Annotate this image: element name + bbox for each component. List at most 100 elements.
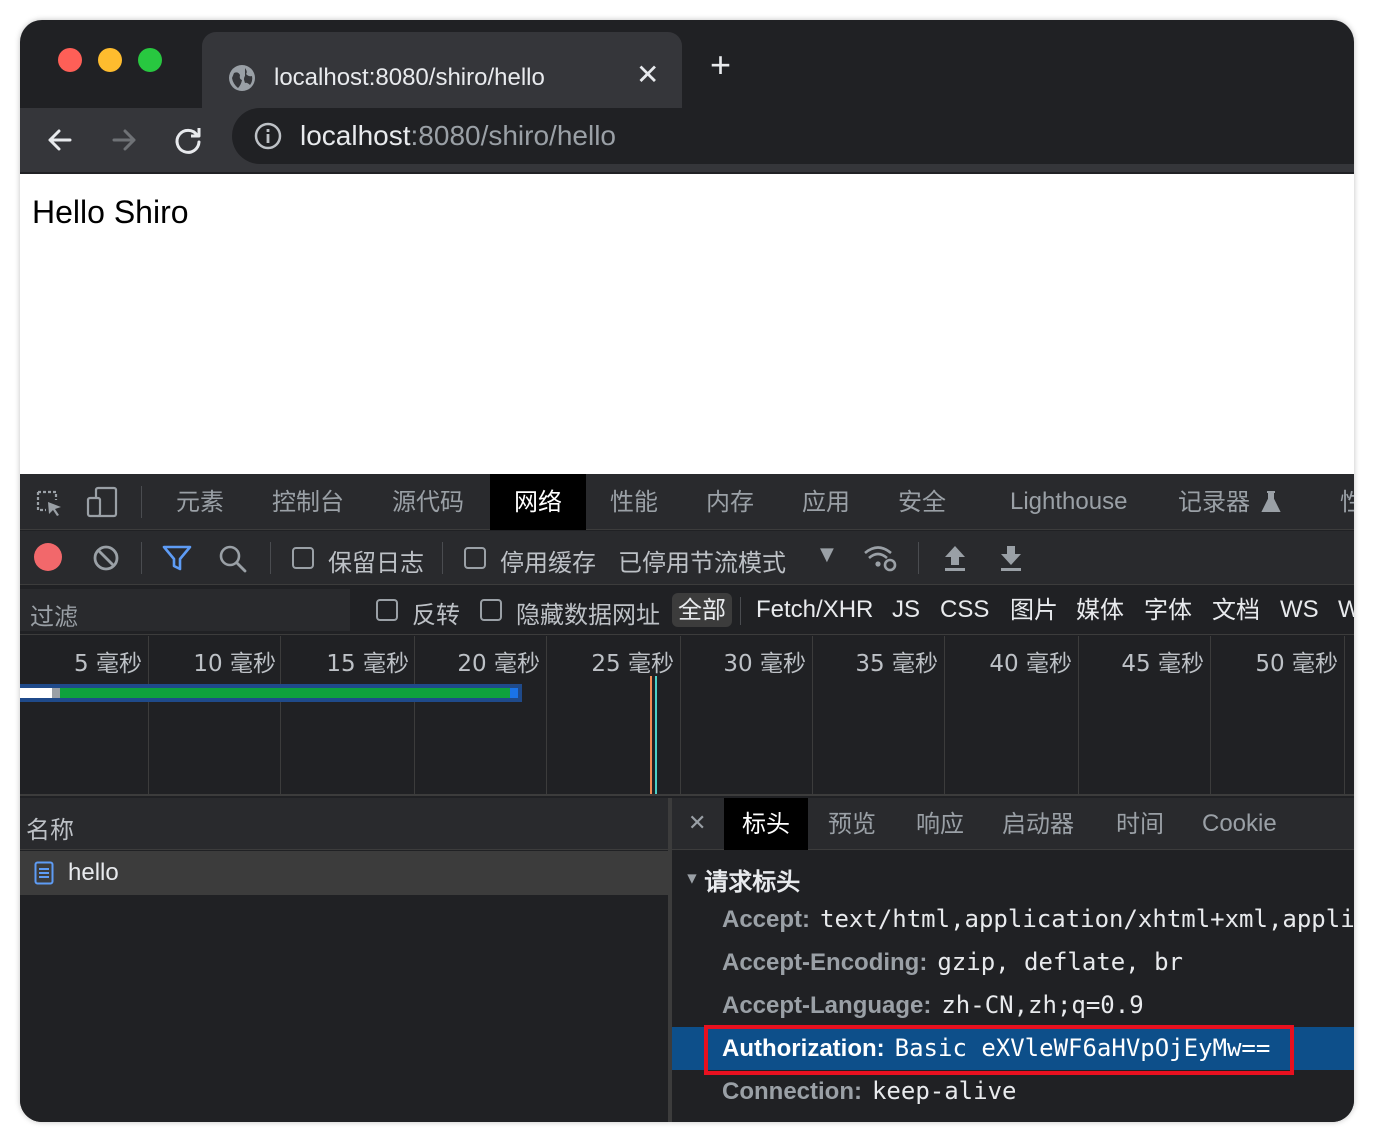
invert-label: 反转 bbox=[412, 601, 460, 629]
filter-icon[interactable] bbox=[162, 544, 192, 572]
tab-lighthouse[interactable]: Lighthouse bbox=[1002, 474, 1135, 530]
filter-placeholder: 过滤 bbox=[30, 603, 78, 631]
devtools-panel: 元素 控制台 源代码 网络 性能 内存 应用 安全 Lighthouse 记录器… bbox=[20, 474, 1354, 1122]
request-row[interactable]: hello bbox=[20, 851, 668, 895]
header-value: text/html,application/xhtml+xml,appli bbox=[820, 905, 1354, 933]
type-filter-font[interactable]: 字体 bbox=[1144, 593, 1192, 627]
tab-overflow[interactable]: 性 bbox=[1340, 474, 1354, 530]
globe-icon bbox=[229, 65, 255, 91]
hide-data-urls-checkbox[interactable] bbox=[480, 599, 502, 621]
type-filter-all[interactable]: 全部 bbox=[672, 593, 732, 627]
header-row-accept-language: Accept-Language: zh-CN,zh;q=0.9 bbox=[722, 984, 1144, 1027]
search-icon[interactable] bbox=[218, 544, 248, 574]
network-conditions-icon[interactable] bbox=[862, 543, 898, 573]
name-column-header[interactable]: 名称 bbox=[20, 798, 668, 850]
type-filter-media[interactable]: 媒体 bbox=[1076, 593, 1124, 627]
tab-network[interactable]: 网络 bbox=[490, 474, 586, 530]
request-list: 名称 hello bbox=[20, 798, 668, 1122]
tab-response[interactable]: 响应 bbox=[916, 798, 964, 850]
timeline-tick: 45 毫秒 bbox=[1121, 651, 1204, 677]
tab-elements[interactable]: 元素 bbox=[166, 474, 234, 530]
zoom-window-button[interactable] bbox=[138, 48, 162, 72]
invert-checkbox[interactable] bbox=[376, 599, 398, 621]
tab-memory[interactable]: 内存 bbox=[696, 474, 764, 530]
tab-timing[interactable]: 时间 bbox=[1116, 798, 1164, 850]
tab-initiator[interactable]: 启动器 bbox=[1002, 798, 1074, 850]
network-toolbar: 保留日志 停用缓存 已停用节流模式 ▼ bbox=[20, 531, 1354, 585]
header-key: Authorization: bbox=[722, 1035, 885, 1062]
triangle-down-icon: ▼ bbox=[684, 870, 700, 888]
export-har-icon[interactable] bbox=[998, 543, 1024, 573]
disable-cache-label: 停用缓存 bbox=[500, 549, 596, 577]
tab-application[interactable]: 应用 bbox=[792, 474, 860, 530]
timeline-tick: 20 毫秒 bbox=[457, 651, 540, 677]
header-row-authorization[interactable]: Authorization: Basic eXVleWF6aHVpOjEyMw== bbox=[722, 1027, 1270, 1070]
filter-input[interactable]: 过滤 bbox=[20, 589, 350, 631]
close-tab-icon[interactable]: ✕ bbox=[636, 61, 659, 89]
type-filter-fetch-xhr[interactable]: Fetch/XHR bbox=[756, 593, 873, 627]
type-filter-wasm[interactable]: W bbox=[1338, 593, 1354, 627]
type-filter-img[interactable]: 图片 bbox=[1010, 593, 1058, 627]
tab-sources[interactable]: 源代码 bbox=[382, 474, 474, 530]
bar-stalled-segment bbox=[52, 688, 60, 698]
record-button[interactable] bbox=[34, 543, 62, 571]
url-text: localhost:8080/shiro/hello bbox=[300, 120, 616, 152]
header-value: zh-CN,zh;q=0.9 bbox=[941, 991, 1144, 1019]
minimize-window-button[interactable] bbox=[98, 48, 122, 72]
header-value: Basic eXVleWF6aHVpOjEyMw== bbox=[894, 1034, 1271, 1062]
header-key: Connection: bbox=[722, 1078, 862, 1105]
tab-console[interactable]: 控制台 bbox=[262, 474, 354, 530]
disable-cache-checkbox[interactable] bbox=[464, 547, 486, 569]
address-bar[interactable]: localhost:8080/shiro/hello bbox=[232, 108, 1354, 164]
header-key: Accept: bbox=[722, 906, 811, 933]
browser-tab[interactable]: localhost:8080/shiro/hello ✕ bbox=[202, 32, 682, 120]
preserve-log-checkbox[interactable] bbox=[292, 547, 314, 569]
flask-icon bbox=[1261, 491, 1281, 512]
request-headers-section-toggle[interactable]: ▼ 请求标头 bbox=[684, 862, 800, 896]
timeline-tick: 40 毫秒 bbox=[989, 651, 1072, 677]
chevron-down-icon[interactable]: ▼ bbox=[820, 544, 834, 565]
forward-icon[interactable] bbox=[104, 120, 144, 160]
header-row-accept: Accept: text/html,application/xhtml+xml,a… bbox=[722, 898, 1354, 941]
type-filter-js[interactable]: JS bbox=[892, 593, 920, 627]
page-viewport: Hello Shiro bbox=[20, 174, 1354, 474]
browser-window: localhost:8080/shiro/hello ✕ + localhost… bbox=[20, 20, 1354, 1122]
dom-content-loaded-line bbox=[650, 676, 652, 794]
close-details-icon[interactable]: ✕ bbox=[688, 798, 706, 850]
tab-recorder[interactable]: 记录器 bbox=[1168, 474, 1260, 530]
preserve-log-label: 保留日志 bbox=[328, 549, 424, 577]
new-tab-button[interactable]: + bbox=[710, 47, 731, 83]
devtools-tab-bar: 元素 控制台 源代码 网络 性能 内存 应用 安全 Lighthouse 记录器… bbox=[20, 474, 1354, 530]
bar-queue-segment bbox=[20, 688, 52, 698]
filter-bar: 过滤 反转 隐藏数据网址 全部 Fetch/XHR JS CSS 图片 媒体 字… bbox=[20, 585, 1354, 635]
tab-cookies[interactable]: Cookie bbox=[1202, 798, 1277, 850]
clear-icon[interactable] bbox=[92, 544, 120, 572]
header-key: Accept-Language: bbox=[722, 992, 932, 1019]
type-filter-doc[interactable]: 文档 bbox=[1212, 593, 1260, 627]
reload-icon[interactable] bbox=[168, 120, 208, 160]
type-filter-ws[interactable]: WS bbox=[1280, 593, 1319, 627]
tab-preview[interactable]: 预览 bbox=[828, 798, 876, 850]
import-har-icon[interactable] bbox=[942, 543, 968, 573]
close-window-button[interactable] bbox=[58, 48, 82, 72]
timeline-tick: 10 毫秒 bbox=[193, 651, 276, 677]
tab-security[interactable]: 安全 bbox=[888, 474, 956, 530]
details-tab-bar: ✕ 标头 预览 响应 启动器 时间 Cookie bbox=[672, 798, 1354, 850]
tab-performance[interactable]: 性能 bbox=[600, 474, 668, 530]
timeline-tick: 30 毫秒 bbox=[723, 651, 806, 677]
tab-headers[interactable]: 标头 bbox=[724, 798, 808, 850]
throttling-select[interactable]: 已停用节流模式 bbox=[618, 543, 786, 578]
inspect-element-icon[interactable] bbox=[34, 488, 64, 518]
header-value: keep-alive bbox=[871, 1077, 1017, 1105]
type-filter-css[interactable]: CSS bbox=[940, 593, 989, 627]
tab-title: localhost:8080/shiro/hello bbox=[274, 64, 545, 91]
info-icon[interactable] bbox=[254, 122, 282, 150]
header-value: gzip, deflate, br bbox=[937, 948, 1183, 976]
back-icon[interactable] bbox=[40, 120, 80, 160]
name-column-label: 名称 bbox=[26, 816, 74, 844]
hide-data-urls-label: 隐藏数据网址 bbox=[516, 601, 660, 629]
bar-waiting-segment bbox=[60, 688, 510, 698]
timeline-tick: 15 毫秒 bbox=[326, 651, 409, 677]
device-toolbar-icon[interactable] bbox=[86, 486, 118, 518]
header-key: Accept-Encoding: bbox=[722, 949, 928, 976]
